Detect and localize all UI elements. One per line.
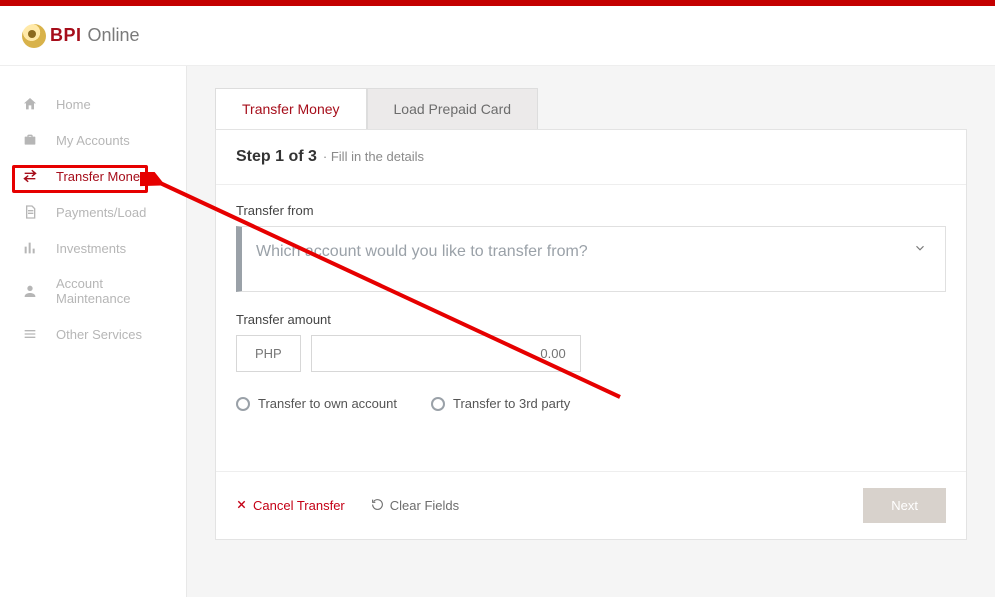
radio-third-label: Transfer to 3rd party [453, 396, 570, 411]
sidebar-item-maintenance[interactable]: Account Maintenance [0, 266, 186, 316]
sidebar-item-label: My Accounts [56, 133, 130, 148]
sidebar-item-label: Account Maintenance [56, 276, 164, 306]
brand-bpi-text: BPI [50, 25, 82, 46]
brand-logo[interactable]: BPI Online [22, 24, 140, 48]
transfer-amount-label: Transfer amount [236, 312, 946, 327]
user-gear-icon [22, 283, 38, 299]
chevron-down-icon [913, 241, 927, 260]
tab-load-prepaid[interactable]: Load Prepaid Card [367, 88, 539, 129]
sidebar-item-label: Investments [56, 241, 126, 256]
main-content: Transfer Money Load Prepaid Card Step 1 … [187, 66, 995, 597]
briefcase-icon [22, 132, 38, 148]
document-icon [22, 204, 38, 220]
form-panel: Step 1 of 3 · Fill in the details Transf… [215, 129, 967, 540]
transfer-icon [22, 168, 38, 184]
next-button[interactable]: Next [863, 488, 946, 523]
home-icon [22, 96, 38, 112]
tabs: Transfer Money Load Prepaid Card [215, 88, 967, 129]
currency-box: PHP [236, 335, 301, 372]
step-title: Step 1 of 3 [236, 148, 317, 166]
sidebar-item-label: Payments/Load [56, 205, 146, 220]
radio-own-label: Transfer to own account [258, 396, 397, 411]
sidebar-item-label: Other Services [56, 327, 142, 342]
cancel-transfer-link[interactable]: Cancel Transfer [236, 498, 345, 513]
step-header: Step 1 of 3 · Fill in the details [216, 130, 966, 185]
list-icon [22, 326, 38, 342]
transfer-from-label: Transfer from [236, 203, 946, 218]
radio-own-account[interactable]: Transfer to own account [236, 396, 397, 411]
sidebar-item-other[interactable]: Other Services [0, 316, 186, 352]
undo-icon [371, 498, 384, 514]
amount-input[interactable] [311, 335, 581, 372]
close-icon [236, 498, 247, 513]
sidebar-item-home[interactable]: Home [0, 86, 186, 122]
chart-icon [22, 240, 38, 256]
panel-footer: Cancel Transfer Clear Fields Next [216, 471, 966, 539]
clear-label: Clear Fields [390, 498, 459, 513]
transfer-type-radios: Transfer to own account Transfer to 3rd … [236, 396, 946, 411]
sidebar-item-investments[interactable]: Investments [0, 230, 186, 266]
sidebar-item-transfer[interactable]: Transfer Money [0, 158, 186, 194]
transfer-from-select[interactable]: Which account would you like to transfer… [236, 226, 946, 292]
sidebar-item-accounts[interactable]: My Accounts [0, 122, 186, 158]
sidebar: Home My Accounts Transfer Money Payments… [0, 66, 187, 597]
header: BPI Online [0, 6, 995, 66]
tab-transfer-money[interactable]: Transfer Money [215, 88, 367, 129]
radio-third-party[interactable]: Transfer to 3rd party [431, 396, 570, 411]
sidebar-item-label: Home [56, 97, 91, 112]
radio-icon [236, 397, 250, 411]
transfer-from-placeholder: Which account would you like to transfer… [256, 243, 588, 260]
bpi-logo-icon [22, 24, 46, 48]
sidebar-item-label: Transfer Money [56, 169, 147, 184]
cancel-label: Cancel Transfer [253, 498, 345, 513]
sidebar-item-payments[interactable]: Payments/Load [0, 194, 186, 230]
radio-icon [431, 397, 445, 411]
brand-online-text: Online [88, 25, 140, 46]
step-subtitle: · Fill in the details [323, 149, 424, 164]
clear-fields-link[interactable]: Clear Fields [371, 498, 459, 514]
